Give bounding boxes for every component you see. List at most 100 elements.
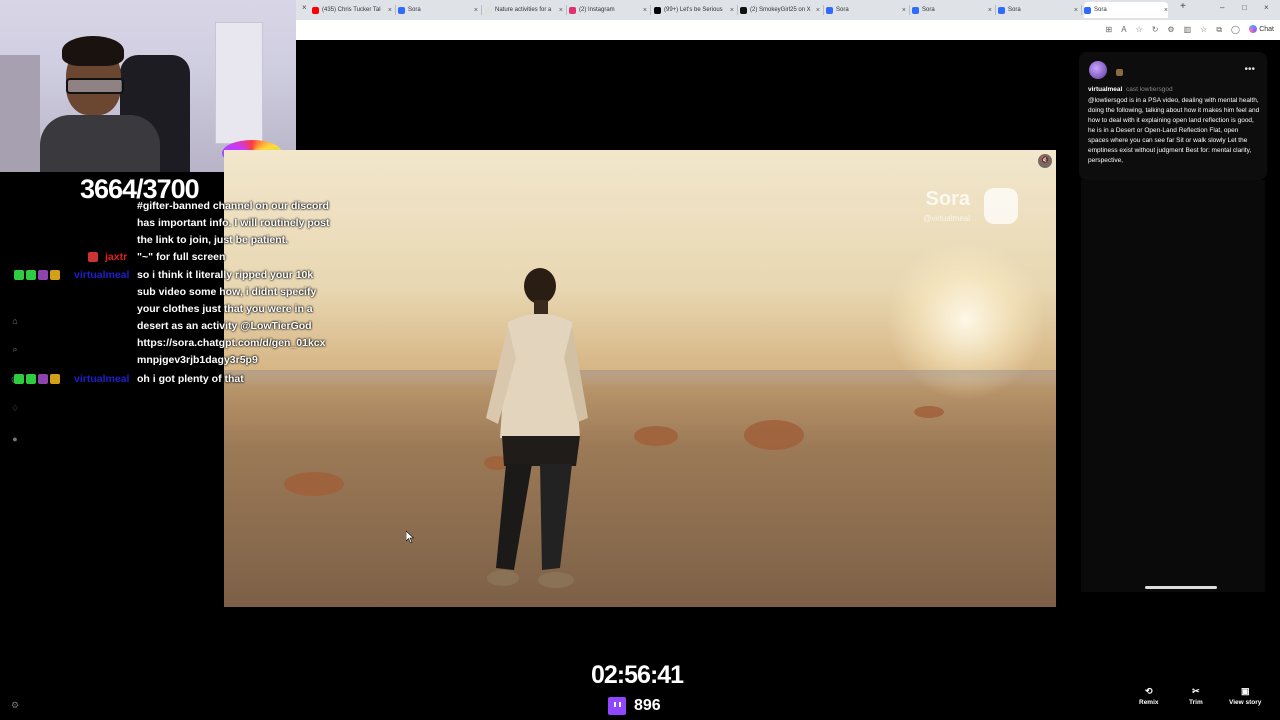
browser-tab[interactable]: Sora × bbox=[398, 2, 478, 18]
tab-separator bbox=[395, 5, 396, 15]
tab-favicon-icon bbox=[912, 6, 919, 14]
tab-close-icon[interactable]: × bbox=[384, 7, 392, 14]
video-mountains bbox=[224, 370, 1056, 390]
subscriber-badge-icon bbox=[38, 270, 48, 280]
scroll-indicator[interactable] bbox=[1145, 586, 1217, 589]
verified-badge-icon bbox=[26, 374, 36, 384]
chat-message-line: the link to join, just be patient. bbox=[137, 234, 289, 246]
user-avatar[interactable] bbox=[1089, 61, 1107, 79]
sora-watermark-logo bbox=[984, 188, 1018, 224]
tab-close-icon[interactable]: × bbox=[1160, 7, 1168, 14]
browser-tab[interactable]: Nature activities for a × bbox=[485, 2, 563, 18]
extension-icon[interactable]: ⚙ bbox=[1167, 25, 1174, 35]
browser-tab[interactable]: Sora × bbox=[1084, 2, 1168, 18]
tab-label: Sora bbox=[922, 7, 935, 13]
tab-favicon-icon bbox=[569, 6, 576, 14]
search-icon[interactable]: ⌕ bbox=[10, 344, 20, 354]
tab-close-icon[interactable]: × bbox=[726, 7, 734, 14]
mouse-cursor-icon bbox=[406, 531, 414, 543]
chat-message-line: #gifter-banned channel on our discord bbox=[137, 200, 329, 212]
new-tab-button[interactable]: + bbox=[1180, 1, 1186, 12]
chat-message-line: so i think it literally ripped your 10k bbox=[137, 269, 314, 281]
verified-badge-icon bbox=[26, 270, 36, 280]
viewer-count-widget: 896 bbox=[608, 697, 661, 715]
gifter-badge-icon bbox=[50, 270, 60, 280]
remix-icon: ⟲ bbox=[1144, 686, 1153, 696]
refresh-icon[interactable]: ↻ bbox=[1152, 25, 1159, 35]
tab-favicon-icon bbox=[654, 6, 661, 14]
chat-username[interactable]: virtualmeal bbox=[74, 371, 129, 388]
subscriber-badge-icon bbox=[38, 374, 48, 384]
tab-label: Sora bbox=[1094, 7, 1107, 13]
address-bar[interactable]: ⊞ A ☆ ↻ ⚙ ▥ ☆ ⧉ ◯ Chat bbox=[296, 20, 1280, 40]
chat-badges bbox=[14, 270, 60, 280]
video-bush bbox=[744, 420, 804, 450]
browser-tab[interactable]: Sora × bbox=[998, 2, 1078, 18]
webcam-feed bbox=[0, 0, 296, 172]
notifications-icon[interactable]: ♢ bbox=[10, 403, 20, 413]
tab-label: Sora bbox=[1008, 7, 1021, 13]
tab-separator bbox=[1081, 5, 1082, 15]
tab-close-icon[interactable]: × bbox=[470, 7, 478, 14]
collections-icon[interactable]: ⧉ bbox=[1216, 25, 1222, 35]
remix-button[interactable]: ⟲ Remix bbox=[1139, 686, 1159, 706]
tab-favicon-icon bbox=[312, 6, 319, 14]
browser-tab[interactable]: (99+) Let's be Serious × bbox=[654, 2, 734, 18]
minimize-icon[interactable]: – bbox=[1220, 3, 1224, 12]
read-aloud-icon[interactable]: A bbox=[1121, 25, 1126, 35]
tab-close-icon[interactable]: × bbox=[302, 3, 307, 12]
sora-video-player[interactable]: Sora @virtualmeal 🔇 bbox=[224, 150, 1056, 607]
chat-message-line: your clothes just that you were in a bbox=[137, 303, 313, 315]
tab-favicon-icon bbox=[398, 6, 405, 14]
view-story-label: View story bbox=[1229, 699, 1262, 706]
split-screen-icon[interactable]: ▥ bbox=[1184, 25, 1192, 35]
post-cast-text: cast lowtiersgod bbox=[1126, 86, 1173, 93]
tab-close-icon[interactable]: × bbox=[555, 7, 563, 14]
tab-label: (2) Instagram bbox=[579, 7, 615, 13]
webcam-person-torso bbox=[40, 115, 160, 172]
video-bush bbox=[914, 406, 944, 418]
chat-badges bbox=[88, 252, 98, 262]
close-window-icon[interactable]: × bbox=[1264, 3, 1269, 12]
scissors-icon: ✂ bbox=[1192, 686, 1200, 696]
more-options-icon[interactable]: ••• bbox=[1244, 64, 1255, 75]
browser-tab[interactable]: Sora × bbox=[826, 2, 906, 18]
tab-close-icon[interactable]: × bbox=[1070, 7, 1078, 14]
home-icon[interactable]: ⌂ bbox=[10, 316, 20, 326]
tab-separator bbox=[650, 5, 651, 15]
tab-separator bbox=[481, 5, 482, 15]
browser-tab[interactable]: (2) SmokeyGirl25 on X × bbox=[740, 2, 820, 18]
settings-icon[interactable]: ⚙ bbox=[10, 700, 20, 710]
copilot-chat-button[interactable]: Chat bbox=[1249, 25, 1274, 33]
mute-button[interactable]: 🔇 bbox=[1038, 154, 1052, 168]
browser-tab[interactable]: (435) Chris Tucker Tal × bbox=[312, 2, 392, 18]
chat-username[interactable]: jaxtr bbox=[105, 249, 127, 266]
grid-icon[interactable]: ⊞ bbox=[1106, 25, 1113, 35]
maximize-icon[interactable]: □ bbox=[1242, 3, 1247, 12]
trim-label: Trim bbox=[1189, 699, 1203, 706]
profile-icon[interactable]: ◯ bbox=[1231, 25, 1240, 35]
post-username[interactable]: virtualmeal bbox=[1088, 86, 1122, 93]
tab-close-icon[interactable]: × bbox=[984, 7, 992, 14]
avatar-badge-icon bbox=[1116, 69, 1123, 76]
trim-button[interactable]: ✂ Trim bbox=[1189, 686, 1203, 706]
browser-tab[interactable]: (2) Instagram × bbox=[569, 2, 647, 18]
chat-message-line: oh i got plenty of that bbox=[137, 373, 244, 385]
browser-tab[interactable]: Sora × bbox=[912, 2, 992, 18]
sora-watermark-user: @virtualmeal bbox=[923, 214, 970, 223]
tab-favicon-icon bbox=[826, 6, 833, 14]
favorites-icon[interactable]: ☆ bbox=[1200, 25, 1207, 35]
avatar-icon[interactable]: ● bbox=[10, 434, 20, 444]
favorite-star-icon[interactable]: ☆ bbox=[1136, 25, 1143, 35]
chat-message-line: has important info. I will routinely pos… bbox=[137, 217, 330, 229]
chat-username[interactable]: virtualmeal bbox=[74, 267, 129, 284]
tab-close-icon[interactable]: × bbox=[812, 7, 820, 14]
tab-favicon-icon bbox=[1084, 6, 1091, 14]
twitch-icon bbox=[608, 697, 626, 715]
tab-separator bbox=[995, 5, 996, 15]
tab-close-icon[interactable]: × bbox=[898, 7, 906, 14]
tab-close-icon[interactable]: × bbox=[639, 7, 647, 14]
browser-toolbar-icons: ⊞ A ☆ ↻ ⚙ ▥ ☆ ⧉ ◯ bbox=[1106, 25, 1241, 35]
sora-watermark-text: Sora bbox=[925, 188, 970, 210]
view-story-button[interactable]: ▣ View story bbox=[1229, 686, 1261, 706]
